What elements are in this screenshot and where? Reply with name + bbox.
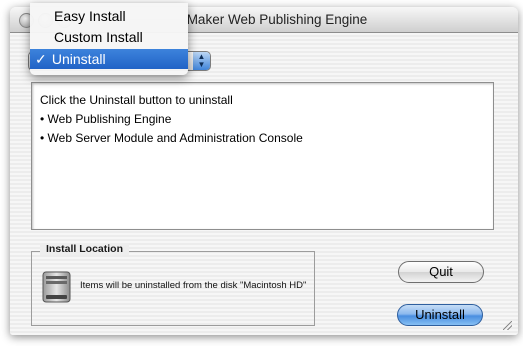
popup-arrows-icon: ▲ ▼ <box>193 52 210 70</box>
info-list-item-text: Web Publishing Engine <box>47 112 172 126</box>
install-location-message: Items will be uninstalled from the disk … <box>80 280 307 291</box>
quit-button[interactable]: Quit <box>398 261 484 283</box>
info-intro: Click the Uninstall button to uninstall <box>40 93 233 107</box>
install-location-group: Items will be uninstalled from the disk … <box>31 251 315 326</box>
menu-item-custom-install[interactable]: Custom Install <box>30 27 188 47</box>
checkmark-icon: ✓ <box>35 51 47 67</box>
uninstall-button[interactable]: Uninstall <box>397 304 483 326</box>
menu-item-uninstall-label: Uninstall <box>51 51 106 67</box>
install-type-menu: Easy Install Custom Install ✓ Uninstall <box>30 3 188 75</box>
menu-item-easy-install[interactable]: Easy Install <box>30 6 188 26</box>
menu-item-uninstall[interactable]: ✓ Uninstall <box>30 49 188 69</box>
info-list-item: • Web Server Module and Administration C… <box>40 131 303 145</box>
info-list-item-text: Web Server Module and Administration Con… <box>47 131 303 145</box>
info-list-item: • Web Publishing Engine <box>40 112 172 126</box>
uninstall-info-box: Click the Uninstall button to uninstall … <box>31 82 494 230</box>
hard-disk-icon <box>42 271 71 303</box>
install-location-label: Install Location <box>40 243 130 255</box>
resize-grip[interactable] <box>503 321 512 330</box>
